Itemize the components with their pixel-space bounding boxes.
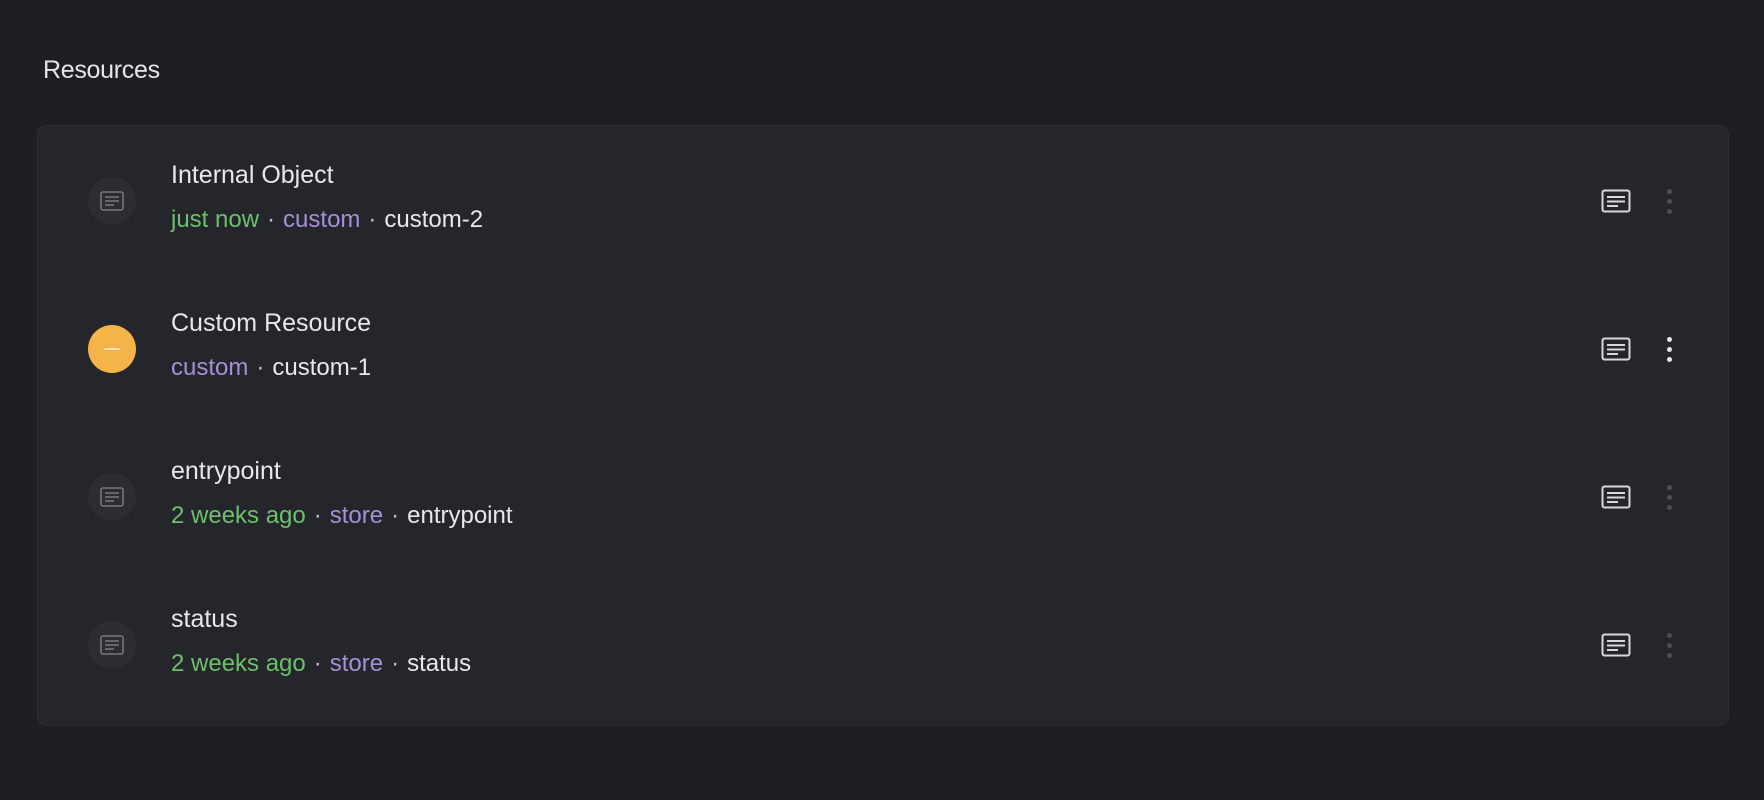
resource-kind: store: [329, 650, 384, 677]
document-icon: [100, 635, 124, 655]
meta-separator: ·: [368, 206, 377, 233]
resource-status: [88, 325, 136, 373]
resource-meta: custom · custom-1: [171, 354, 371, 382]
resource-name: custom-2: [384, 206, 484, 233]
meta-separator: ·: [267, 206, 276, 233]
view-logs-button[interactable]: [1598, 627, 1634, 663]
resource-updated-time: just now: [171, 206, 260, 233]
meta-separator: ·: [313, 502, 322, 529]
pending-dash-icon: [104, 348, 120, 350]
resource-meta: just now · custom · custom-2: [171, 206, 483, 234]
resource-status: [88, 177, 136, 225]
resource-meta: 2 weeks ago · store · status: [171, 650, 471, 678]
view-logs-button[interactable]: [1598, 479, 1634, 515]
resource-row[interactable]: entrypoint 2 weeks ago · store · entrypoint: [38, 422, 1728, 570]
resource-row[interactable]: Custom Resource custom · custom-1: [38, 274, 1728, 422]
resource-meta: 2 weeks ago · store · entrypoint: [171, 502, 513, 530]
resource-title[interactable]: Custom Resource: [171, 309, 371, 338]
logs-icon: [1601, 189, 1631, 213]
more-actions-button[interactable]: [1657, 183, 1681, 219]
logs-icon: [1601, 633, 1631, 657]
logs-icon: [1601, 337, 1631, 361]
view-logs-button[interactable]: [1598, 331, 1634, 367]
resource-updated-time: 2 weeks ago: [171, 650, 306, 677]
resource-list: Internal Object just now · custom · custom-2…: [37, 125, 1729, 726]
logs-icon: [1601, 485, 1631, 509]
meta-separator: ·: [313, 650, 322, 677]
more-vertical-icon: [1666, 188, 1672, 214]
resource-updated-time: 2 weeks ago: [171, 502, 306, 529]
more-vertical-icon: [1666, 632, 1672, 658]
more-vertical-icon: [1666, 484, 1672, 510]
resource-title[interactable]: entrypoint: [171, 457, 281, 486]
more-vertical-icon: [1666, 336, 1672, 362]
meta-separator: ·: [391, 650, 400, 677]
resource-status: [88, 473, 136, 521]
document-icon: [100, 487, 124, 507]
resource-title[interactable]: Internal Object: [171, 161, 334, 190]
resource-kind: custom: [283, 206, 361, 233]
resource-name: custom-1: [272, 354, 372, 381]
view-logs-button[interactable]: [1598, 183, 1634, 219]
resource-row[interactable]: status 2 weeks ago · store · status: [38, 570, 1728, 718]
document-icon: [100, 191, 124, 211]
resource-name: entrypoint: [407, 502, 513, 529]
more-actions-button[interactable]: [1657, 331, 1681, 367]
resource-title[interactable]: status: [171, 605, 238, 634]
more-actions-button[interactable]: [1657, 479, 1681, 515]
page-title: Resources: [43, 56, 160, 84]
resource-status: [88, 621, 136, 669]
resource-name: status: [407, 650, 472, 677]
more-actions-button[interactable]: [1657, 627, 1681, 663]
resource-row[interactable]: Internal Object just now · custom · custom-2: [38, 126, 1728, 274]
resource-kind: custom: [171, 354, 249, 381]
meta-separator: ·: [391, 502, 400, 529]
meta-separator: ·: [256, 354, 265, 381]
resource-kind: store: [329, 502, 384, 529]
